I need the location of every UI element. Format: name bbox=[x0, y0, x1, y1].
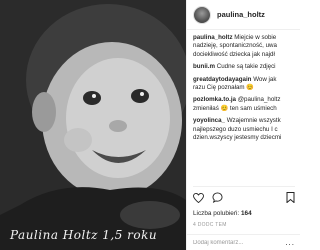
comment-text: Wow jak bbox=[253, 75, 277, 83]
comment-author[interactable]: yoyolinca_ bbox=[193, 117, 225, 124]
comment-text: Miejcie w sobie bbox=[234, 34, 277, 41]
heart-icon[interactable] bbox=[193, 192, 204, 203]
comment-author[interactable]: paulina_holtz bbox=[193, 34, 233, 41]
comment-item: bunii.m Cudne są takie zdjęci bbox=[193, 63, 294, 71]
photo-handwritten-caption: Paulina Holtz 1,5 roku bbox=[10, 228, 158, 242]
add-comment-bar: ... bbox=[187, 234, 300, 250]
post-date[interactable]: 4 DODC TEM bbox=[193, 222, 227, 228]
bookmark-icon[interactable] bbox=[286, 192, 295, 203]
post-header: paulina_holtz bbox=[187, 0, 300, 30]
comment-text: dzien.wszyscy jestesmy dziecmi bbox=[193, 134, 282, 142]
username[interactable]: paulina_holtz bbox=[217, 10, 265, 19]
post-side-panel: paulina_holtz paulina_holtz Miejcie w so… bbox=[186, 0, 300, 250]
likes-count: 164 bbox=[240, 210, 252, 217]
avatar[interactable] bbox=[193, 5, 211, 24]
likes-label: Liczba polubień: bbox=[193, 210, 240, 217]
comment-text: zmieniłaś 😊 ten sam uśmiech bbox=[193, 104, 277, 112]
post-photo[interactable]: Paulina Holtz 1,5 roku bbox=[0, 0, 186, 250]
comment-author[interactable]: bunii.m bbox=[193, 63, 215, 70]
comment-text: dociekliwość dziecka jak najdł bbox=[193, 50, 275, 58]
more-options-icon[interactable]: ... bbox=[285, 238, 295, 247]
comment-text: Wzajemnie wszystk bbox=[226, 117, 281, 125]
comment-item: paulina_holtz Miejcie w sobie nadzieję, … bbox=[193, 34, 294, 59]
post-actions-bar bbox=[193, 186, 295, 203]
comment-text: @paulina_holtz bbox=[237, 96, 281, 104]
comment-item: yoyolinca_ Wzajemnie wszystk najlepszego… bbox=[193, 117, 294, 142]
comment-author[interactable]: greatdaytodayagain bbox=[193, 76, 251, 83]
comments-list: paulina_holtz Miejcie w sobie nadzieję, … bbox=[187, 30, 300, 170]
comment-text: najlepszego duzo usmiechu I c bbox=[193, 125, 278, 133]
comment-item: greatdaytodayagain Wow jak razu Cię pozn… bbox=[193, 76, 294, 93]
add-comment-input[interactable] bbox=[193, 239, 273, 246]
comment-author[interactable]: pozlomka.to.ja bbox=[193, 96, 236, 103]
comment-text: nadzieję, spontaniczność, uwa bbox=[193, 42, 277, 50]
comment-item: pozlomka.to.ja @paulina_holtz zmieniłaś … bbox=[193, 96, 294, 113]
comment-icon[interactable] bbox=[212, 192, 223, 203]
comment-text: Cudne są takie zdjęci bbox=[216, 63, 276, 71]
comment-text: razu Cię poznałam 😊 bbox=[193, 84, 255, 92]
baby-photo-image bbox=[0, 0, 186, 250]
likes-summary[interactable]: Liczba polubień: 164 bbox=[193, 210, 252, 217]
